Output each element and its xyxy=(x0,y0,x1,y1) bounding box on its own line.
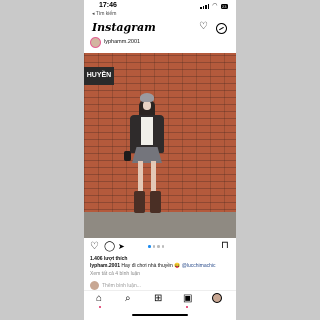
notifications-heart-icon[interactable]: ♡ xyxy=(199,21,208,32)
save-bookmark-icon[interactable]: ⊓ xyxy=(221,241,229,251)
shirt xyxy=(141,117,153,145)
profile-avatar-icon[interactable] xyxy=(212,293,222,303)
like-heart-icon[interactable]: ♡ xyxy=(90,242,99,252)
pleated-skirt xyxy=(132,147,162,163)
signal-icon xyxy=(200,3,210,9)
app-header: Instagram ⌄ ♡ xyxy=(84,20,236,36)
share-icon[interactable]: ➤ xyxy=(118,242,125,252)
instagram-logo[interactable]: Instagram xyxy=(92,21,156,34)
home-indicator[interactable] xyxy=(132,314,188,316)
caption-tag[interactable]: @lucchimachic xyxy=(180,263,216,269)
reels-notification-dot xyxy=(186,306,188,308)
post-caption: lypham.2001 Hay đi chơi nhà thuyền 😝 @lu… xyxy=(90,263,216,269)
caption-username[interactable]: lypham.2001 xyxy=(90,263,120,269)
home-icon[interactable]: ⌂ xyxy=(96,294,102,304)
carousel-dot-active xyxy=(148,245,151,248)
avatar[interactable] xyxy=(90,37,101,48)
wifi-icon: ◠ xyxy=(212,3,218,9)
avatar xyxy=(90,281,99,290)
post-header: lyphamm.2001 xyxy=(84,36,236,51)
status-time: 17:46 xyxy=(99,2,117,9)
wall-sign: HUYỀN xyxy=(84,67,114,85)
post-image[interactable]: HUYỀN xyxy=(84,53,236,238)
add-comment-input[interactable]: Thêm bình luận... xyxy=(102,283,141,289)
phone-screen: 17:46 ◂ Tìm kiếm ◠ 23 Instagram ⌄ ♡ lyph… xyxy=(84,0,236,320)
status-icons: ◠ 23 xyxy=(200,3,228,9)
post-username[interactable]: lyphamm.2001 xyxy=(104,39,140,45)
home-notification-dot xyxy=(99,306,101,308)
boot-right xyxy=(150,191,161,213)
battery-icon: 23 xyxy=(220,3,228,9)
beanie-hat xyxy=(140,93,154,102)
caption-text: Hay đi chơi nhà thuyền xyxy=(120,263,175,269)
status-bar: 17:46 ◂ Tìm kiếm ◠ 23 xyxy=(84,0,236,20)
carousel-dot xyxy=(152,245,155,248)
carousel-dot xyxy=(157,245,160,248)
view-comments-link[interactable]: Xem tất cả 4 bình luận xyxy=(90,271,140,277)
add-comment-row[interactable]: Thêm bình luận... xyxy=(90,281,230,290)
comment-icon[interactable]: ◯ xyxy=(104,242,115,252)
post-actions: ♡ ◯ ➤ ⊓ xyxy=(84,240,236,254)
person-figure xyxy=(112,93,168,223)
carousel-dot xyxy=(161,245,164,248)
messenger-icon[interactable] xyxy=(216,23,227,34)
create-post-icon[interactable]: ⊞ xyxy=(154,294,162,304)
back-to-search-link[interactable]: ◂ Tìm kiếm xyxy=(92,11,116,17)
reels-icon[interactable]: ▣ xyxy=(183,294,192,304)
chevron-down-icon[interactable]: ⌄ xyxy=(138,24,143,31)
bottom-tab-bar: ⌂ ⌕ ⊞ ▣ xyxy=(84,290,236,311)
search-icon[interactable]: ⌕ xyxy=(125,294,131,304)
likes-count[interactable]: 1.406 lượt thích xyxy=(90,256,127,262)
carousel-indicator xyxy=(148,245,164,248)
boot-left xyxy=(134,191,145,213)
face xyxy=(143,101,151,110)
